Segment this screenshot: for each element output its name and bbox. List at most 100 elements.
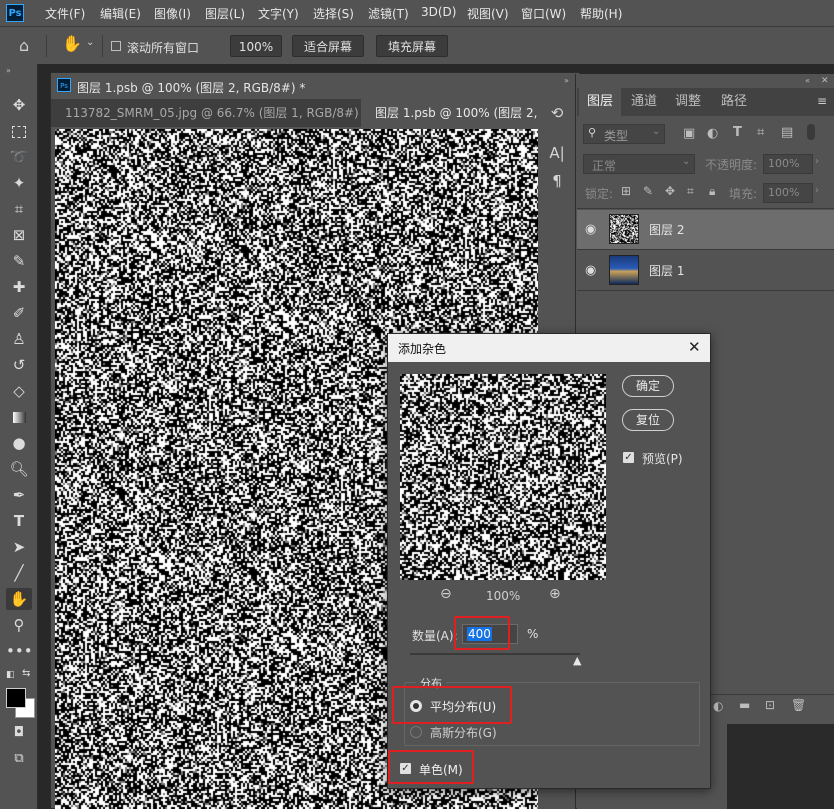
fill-field[interactable]: 100% xyxy=(763,183,813,203)
clone-stamp-tool-icon[interactable]: ♙ xyxy=(6,328,32,350)
gaussian-radio[interactable] xyxy=(410,726,422,738)
menu-select[interactable]: 选择(S) xyxy=(313,5,354,22)
document-title-bar[interactable]: Ps 图层 1.psb @ 100% (图层 2, RGB/8#) * xyxy=(51,73,579,99)
menu-view[interactable]: 视图(V) xyxy=(467,5,509,22)
collapse-icon[interactable]: » xyxy=(6,66,11,75)
swap-colors-icon[interactable]: ⇆ xyxy=(22,668,30,679)
layer-row-2[interactable]: ◉ 图层 2 xyxy=(577,210,834,250)
zoom-tool-icon[interactable]: ⚲ xyxy=(6,614,32,636)
lock-label: 锁定: xyxy=(585,187,614,201)
chevron-down-icon[interactable]: ⌄ xyxy=(86,37,94,48)
lasso-tool-icon[interactable]: ➰ xyxy=(6,146,32,168)
filter-toggle[interactable] xyxy=(807,124,815,140)
dialog-title-bar[interactable]: 添加杂色 ✕ xyxy=(388,334,710,362)
noise-preview[interactable] xyxy=(400,374,606,580)
frame-tool-icon[interactable]: ⊠ xyxy=(6,224,32,246)
zoom-out-icon[interactable]: ⊖ xyxy=(440,586,452,602)
add-noise-dialog: 添加杂色 ✕ 确定 复位 ✓ 预览(P) ⊖ 100% ⊕ 数量(A): 400… xyxy=(387,333,711,789)
hand-tool-icon[interactable]: ✋ xyxy=(6,588,32,610)
shape-filter-icon[interactable]: ⌗ xyxy=(757,125,764,140)
image-filter-icon[interactable]: ▣ xyxy=(683,126,695,141)
layer-row-1[interactable]: ◉ 图层 1 xyxy=(577,251,834,291)
dodge-tool-icon[interactable]: 🔍︎ xyxy=(6,458,32,480)
screen-mode-icon[interactable]: ⧉ xyxy=(6,748,32,770)
collapse-icon[interactable]: » xyxy=(564,76,569,85)
adjustment-layer-icon[interactable]: ◐ xyxy=(713,699,723,713)
menu-edit[interactable]: 编辑(E) xyxy=(100,5,141,22)
menu-filter[interactable]: 滤镜(T) xyxy=(368,5,409,22)
zoom-in-icon[interactable]: ⊕ xyxy=(549,586,561,602)
tab-adjustments[interactable]: 调整 xyxy=(667,88,709,116)
tab-jpg-document[interactable]: 113782_SMRM_05.jpg @ 66.7% (图层 1, RGB/8#… xyxy=(51,99,361,127)
type-tool-icon[interactable]: T xyxy=(6,510,32,532)
healing-brush-tool-icon[interactable]: ✚ xyxy=(6,276,32,298)
amount-slider-thumb[interactable]: ▲ xyxy=(573,654,581,667)
crop-tool-icon[interactable]: ⌗ xyxy=(6,198,32,220)
adjustment-filter-icon[interactable]: ◐ xyxy=(707,126,718,141)
history-panel-icon[interactable]: ⟲ xyxy=(544,100,570,126)
brush-tool-icon[interactable]: ✐ xyxy=(6,302,32,324)
line-tool-icon[interactable]: ╱ xyxy=(6,562,32,584)
close-icon[interactable]: ✕ xyxy=(821,76,829,86)
new-layer-icon[interactable]: ⊡ xyxy=(765,698,775,712)
opacity-field[interactable]: 100% xyxy=(763,154,813,174)
chevron-right-icon[interactable]: › xyxy=(815,185,819,196)
fit-screen-button[interactable]: 适合屏幕 xyxy=(292,35,364,57)
smart-object-filter-icon[interactable]: ▤ xyxy=(781,125,793,140)
magic-wand-tool-icon[interactable]: ✦ xyxy=(6,172,32,194)
hand-tool-icon[interactable]: ✋ xyxy=(62,34,82,53)
more-tools-icon[interactable]: ••• xyxy=(6,640,33,662)
menu-3d[interactable]: 3D(D) xyxy=(421,5,456,19)
menu-type[interactable]: 文字(Y) xyxy=(258,5,299,22)
ok-button[interactable]: 确定 xyxy=(622,375,674,397)
ps-doc-icon: Ps xyxy=(57,78,71,92)
lock-pixels-icon[interactable]: ✎ xyxy=(643,184,653,198)
foreground-color-swatch[interactable] xyxy=(6,688,26,708)
menu-file[interactable]: 文件(F) xyxy=(45,5,85,22)
group-folder-icon[interactable]: ▬ xyxy=(739,698,750,712)
visibility-eye-icon[interactable]: ◉ xyxy=(585,263,596,278)
menu-image[interactable]: 图像(I) xyxy=(154,5,191,22)
lock-position-icon[interactable]: ✥ xyxy=(665,184,675,198)
type-filter-icon[interactable]: T xyxy=(733,125,742,140)
collapse-icon[interactable]: « xyxy=(805,76,810,85)
tab-layers[interactable]: 图层 xyxy=(579,88,621,116)
scroll-all-checkbox[interactable] xyxy=(111,41,121,51)
default-colors-icon[interactable]: ◧ xyxy=(6,670,15,680)
panel-menu-icon[interactable]: ≡ xyxy=(817,94,827,108)
preview-checkbox[interactable]: ✓ xyxy=(623,452,634,463)
marquee-tool-icon[interactable] xyxy=(6,120,32,142)
menu-help[interactable]: 帮助(H) xyxy=(580,5,622,22)
tab-paths[interactable]: 路径 xyxy=(713,88,755,116)
menu-layer[interactable]: 图层(L) xyxy=(205,5,245,22)
lock-all-icon[interactable]: 🔒︎ xyxy=(709,184,715,199)
pen-tool-icon[interactable]: ✒ xyxy=(6,484,32,506)
gradient-tool-icon[interactable] xyxy=(6,406,32,428)
fill-value: 100% xyxy=(768,186,800,199)
menu-window[interactable]: 窗口(W) xyxy=(521,5,566,22)
history-brush-tool-icon[interactable]: ↺ xyxy=(6,354,32,376)
blend-mode-select[interactable]: 正常 ⌄ xyxy=(583,154,695,174)
chevron-right-icon[interactable]: › xyxy=(815,156,819,167)
quick-mask-icon[interactable]: ◘ xyxy=(6,722,32,744)
zoom-value-field[interactable]: 100% xyxy=(230,35,282,57)
blur-tool-icon[interactable]: ● xyxy=(6,432,32,454)
lock-transparent-icon[interactable]: ⊞ xyxy=(621,184,631,198)
eraser-tool-icon[interactable]: ◇ xyxy=(6,380,32,402)
paragraph-panel-icon[interactable]: ¶ xyxy=(544,168,570,194)
filter-kind-select[interactable]: ⚲ 类型 ⌄ xyxy=(583,124,665,144)
character-panel-icon[interactable]: A| xyxy=(544,140,570,166)
path-selection-tool-icon[interactable]: ➤ xyxy=(6,536,32,558)
eyedropper-tool-icon[interactable]: ✎ xyxy=(6,250,32,272)
opacity-value: 100% xyxy=(768,157,800,170)
reset-button[interactable]: 复位 xyxy=(622,409,674,431)
move-tool-icon[interactable]: ✥ xyxy=(6,94,32,116)
lock-artboard-icon[interactable]: ⌗ xyxy=(687,184,694,199)
fill-screen-button[interactable]: 填充屏幕 xyxy=(376,35,448,57)
tab-channels[interactable]: 通道 xyxy=(623,88,665,116)
amount-slider-track[interactable] xyxy=(410,653,580,655)
trash-icon[interactable]: 🗑︎ xyxy=(791,698,806,712)
close-icon[interactable]: ✕ xyxy=(688,338,701,356)
home-icon[interactable]: ⌂ xyxy=(19,36,29,55)
visibility-eye-icon[interactable]: ◉ xyxy=(585,222,596,237)
